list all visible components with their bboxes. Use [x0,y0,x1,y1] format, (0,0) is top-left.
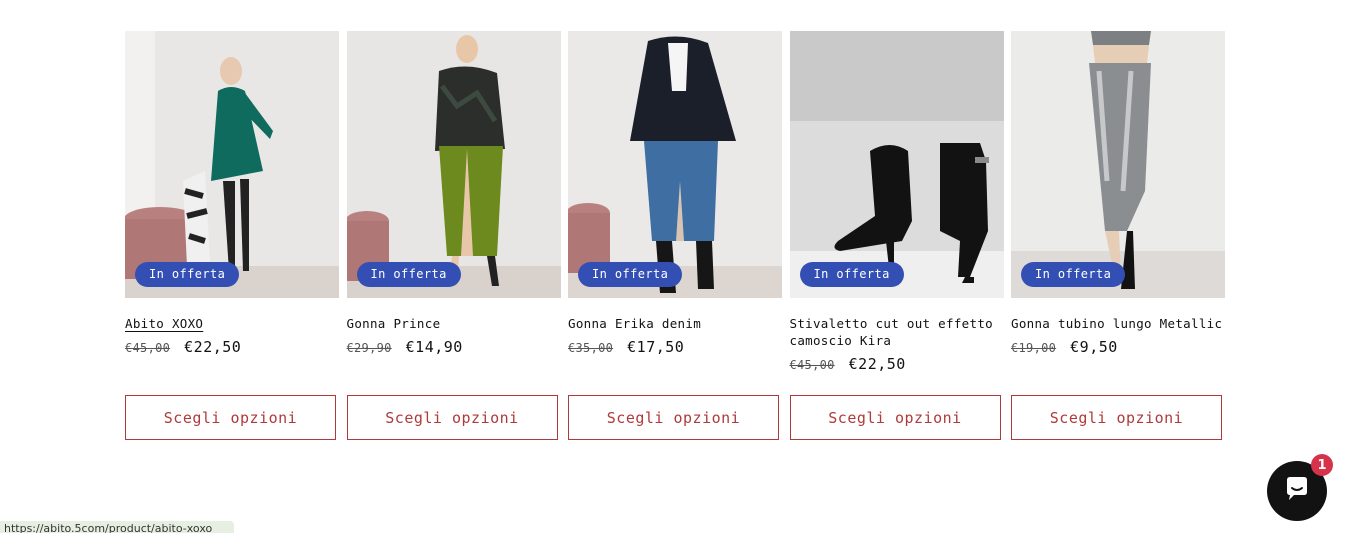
product-title[interactable]: Gonna Erika denim [568,315,782,332]
original-price: €45,00 [789,358,835,372]
product-card: In offerta Gonna Prince €29,90 €14,90 Sc… [346,31,561,440]
sale-price: €14,90 [405,338,463,356]
product-price: €45,00 €22,50 [125,338,339,356]
product-price: €19,00 €9,50 [1011,338,1225,356]
choose-options-button[interactable]: Scegli opzioni [568,395,779,440]
choose-options-button[interactable]: Scegli opzioni [1011,395,1222,440]
chat-bubble-icon [1282,474,1312,508]
product-image[interactable]: In offerta [568,31,782,298]
sale-badge: In offerta [578,262,683,287]
product-price: €45,00 €22,50 [790,355,1004,373]
original-price: €19,00 [1011,341,1057,355]
product-title[interactable]: Gonna Prince [347,315,561,332]
sale-badge: In offerta [356,262,461,287]
sale-price: €9,50 [1070,338,1118,356]
product-card: In offerta Abito XOXO €45,00 €22,50 Sceg… [125,31,339,440]
original-price: €45,00 [125,341,171,355]
sale-price: €17,50 [627,338,685,356]
sale-badge: In offerta [135,262,240,287]
product-title[interactable]: Gonna tubino lungo Metallic [1011,315,1225,332]
product-image[interactable]: In offerta [789,31,1004,298]
choose-options-button[interactable]: Scegli opzioni [346,395,558,440]
choose-options-button[interactable]: Scegli opzioni [125,395,336,440]
sale-badge: In offerta [799,262,904,287]
product-card: In offerta Gonna tubino lungo Metallic €… [1011,31,1225,440]
product-image[interactable]: In offerta [125,31,339,298]
product-image[interactable]: In offerta [346,31,561,298]
product-image[interactable]: In offerta [1011,31,1225,298]
product-card: In offerta Stivaletto cut out effetto ca… [789,31,1004,440]
sale-badge: In offerta [1021,262,1126,287]
sale-price: €22,50 [184,338,242,356]
product-price: €35,00 €17,50 [568,338,782,356]
original-price: €35,00 [568,341,614,355]
product-card: In offerta Gonna Erika denim €35,00 €17,… [568,31,782,440]
choose-options-button[interactable]: Scegli opzioni [789,395,1001,440]
product-title[interactable]: Abito XOXO [125,315,339,332]
product-price: €29,90 €14,90 [347,338,561,356]
unread-count-badge: 1 [1311,454,1333,476]
link-status-bar: https://abito.5com/product/abito-xoxo [0,521,234,533]
product-title[interactable]: Stivaletto cut out effetto camoscio Kira [790,315,1004,349]
sale-price: €22,50 [848,355,906,373]
original-price: €29,90 [346,341,392,355]
product-grid: In offerta Abito XOXO €45,00 €22,50 Sceg… [125,31,1225,440]
